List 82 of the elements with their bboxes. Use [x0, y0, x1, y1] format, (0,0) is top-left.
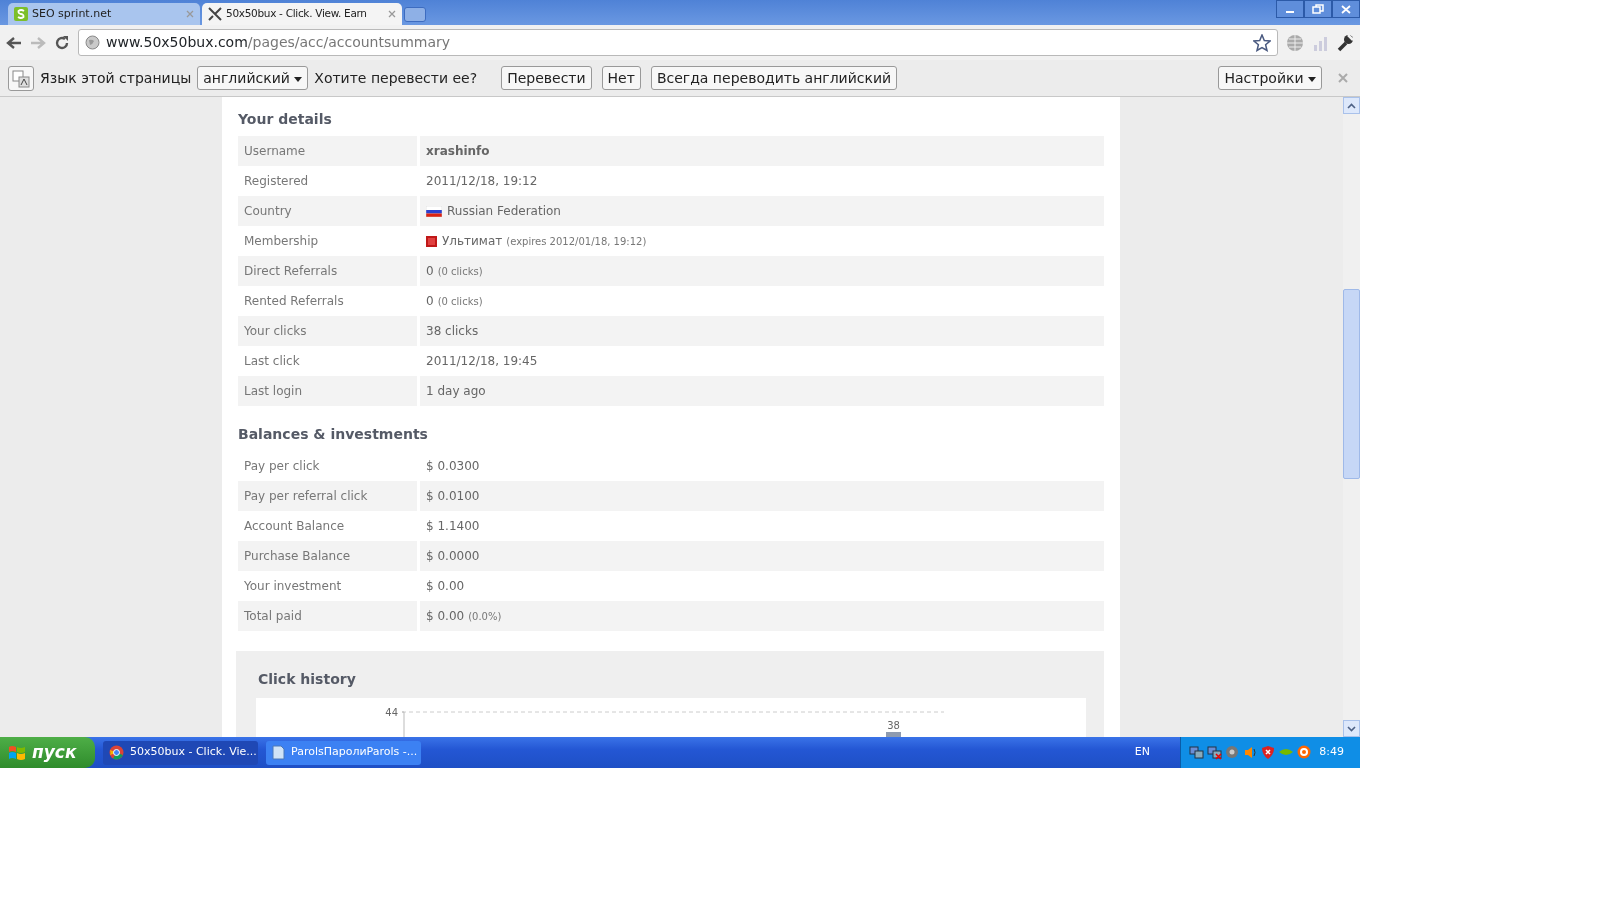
forward-icon[interactable] [30, 35, 46, 50]
windows-logo-icon [8, 743, 26, 762]
field-label: Last click [243, 353, 301, 370]
section-heading: Your details [238, 110, 333, 129]
chart-title: Click history [258, 670, 357, 689]
close-icon[interactable] [388, 10, 396, 18]
field-label: Your investment [243, 578, 343, 595]
field-label: Rented Referrals [243, 293, 345, 310]
webcam-icon[interactable] [1225, 745, 1240, 760]
reload-icon[interactable] [54, 34, 70, 51]
scroll-up-button[interactable] [1343, 97, 1360, 114]
language-indicator[interactable]: EN [1134, 744, 1150, 761]
speaker-icon[interactable] [1243, 745, 1258, 760]
app-icon[interactable] [1297, 745, 1312, 760]
translate-bar-button[interactable]: Нет [601, 66, 641, 90]
translate-icon [8, 65, 34, 91]
value-text: Ультимат (expires 2012/01/18, 19:12) [442, 233, 647, 250]
value-text: $ 0.0300 [426, 458, 480, 475]
value-text: 0 (0 clicks) [426, 263, 483, 280]
globe-icon[interactable] [1286, 33, 1304, 52]
field-label: Purchase Balance [238, 541, 417, 571]
network-icon[interactable] [1189, 745, 1204, 760]
field-label: Membership [243, 233, 320, 250]
taskbar-button[interactable]: 50x50bux - Click. Vie... [103, 740, 258, 765]
y-axis [401, 711, 405, 737]
site-favicon [14, 7, 28, 21]
field-label: Last login [238, 376, 417, 406]
russia-flag-icon [426, 205, 442, 217]
globe-icon [85, 35, 100, 50]
field-label: Total paid [238, 601, 417, 631]
language-dropdown[interactable]: английский [197, 66, 309, 90]
translate-bar-button[interactable]: Перевести [501, 66, 592, 90]
caret-icon [1308, 76, 1316, 82]
value-text: 1 day ago [426, 383, 486, 400]
taskbar-button[interactable]: ParolsПаролиParols -... [266, 740, 421, 765]
field-label: Account Balance [243, 518, 346, 535]
field-label: Username [238, 136, 417, 166]
value-text: $ 0.00 [426, 578, 465, 595]
translate-question: Хотите перевести ее? [314, 68, 478, 88]
field-label: Your clicks [238, 316, 417, 346]
translate-label: Язык этой страницы [40, 68, 192, 88]
clock: 8:49 [1319, 744, 1344, 761]
value-text: xrashinfo [426, 143, 490, 160]
field-label: Direct Referrals [238, 256, 417, 286]
url-text: www.50x50bux.com/pages/acc/accountsummary [106, 33, 451, 52]
scroll-down-button[interactable] [1343, 720, 1360, 737]
network-error-icon[interactable] [1207, 745, 1222, 760]
site-favicon [208, 7, 222, 21]
membership-icon [426, 235, 437, 247]
value-text: 38 clicks [426, 323, 479, 340]
axis-tick-label: 44 [385, 707, 398, 718]
value-text: $ 1.1400 [426, 518, 480, 535]
chevron-down-icon [1347, 725, 1356, 732]
new-tab-button[interactable] [404, 7, 426, 22]
shield-icon[interactable] [1261, 745, 1276, 760]
scrollbar-thumb[interactable] [1343, 289, 1360, 479]
section-heading: Balances & investments [238, 425, 429, 444]
browser-icon [109, 745, 124, 760]
value-text: 2011/12/18, 19:12 [426, 173, 538, 190]
browser-tab[interactable]: 50x50bux - Click. View. Earn [202, 3, 402, 25]
caret-icon [294, 76, 303, 82]
back-icon[interactable] [6, 35, 22, 50]
translate-bar-button[interactable]: Всегда переводить английский [650, 66, 898, 90]
value-text: $ 0.0100 [426, 488, 480, 505]
field-label: Pay per referral click [238, 481, 417, 511]
browser-tab[interactable]: SEO sprint.net [8, 3, 200, 25]
field-label: Pay per click [243, 458, 321, 475]
options-dropdown[interactable]: Настройки [1218, 66, 1322, 90]
address-bar[interactable]: www.50x50bux.com/pages/acc/accountsummary [78, 29, 1278, 56]
value-text: Russian Federation [447, 203, 561, 220]
close-icon[interactable] [1338, 73, 1348, 83]
bar-value-label: 38 [887, 720, 900, 731]
star-icon[interactable] [1253, 33, 1271, 52]
value-text: 0 (0 clicks) [426, 293, 483, 310]
value-text: $ 0.0000 [426, 548, 480, 565]
restore-icon[interactable] [1312, 4, 1324, 14]
field-label: Registered [243, 173, 310, 190]
field-label: Country [238, 196, 417, 226]
value-text: 2011/12/18, 19:45 [426, 353, 538, 370]
value-text: $ 0.00 (0.0%) [426, 608, 502, 625]
chevron-up-icon [1347, 102, 1356, 109]
document-icon [272, 745, 285, 760]
